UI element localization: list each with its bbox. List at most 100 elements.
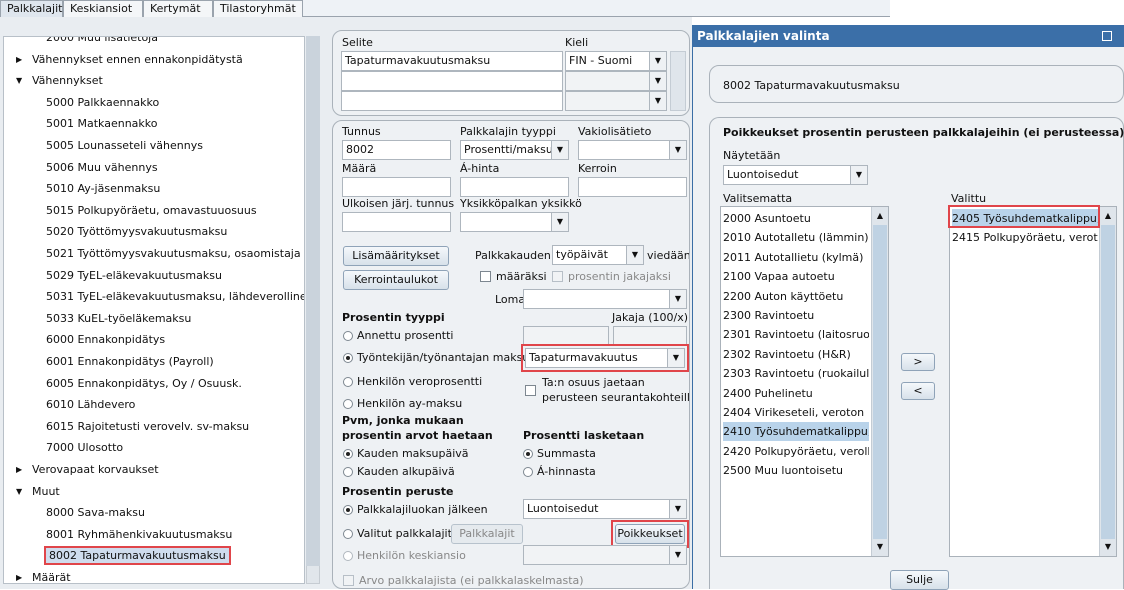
chevron-down-icon[interactable]: ▼ — [551, 213, 568, 231]
tree-item[interactable]: 5033 KuEL-työeläkemaksu — [46, 308, 191, 329]
list-item[interactable]: 2410 Työsuhdematkalippu, v — [723, 422, 869, 442]
tree-scrollbar-thumb[interactable] — [306, 36, 320, 566]
tree-item[interactable]: 5021 Työttömyysvakuutusmaksu, osaomistaj… — [46, 243, 301, 264]
prosentti-input[interactable] — [523, 326, 609, 346]
chevron-down-icon[interactable]: ▼ — [669, 546, 686, 564]
scroll-down-icon[interactable]: ▼ — [1100, 540, 1116, 554]
list-item[interactable]: 2301 Ravintoetu (laitosruokai — [723, 325, 869, 344]
valittu-list[interactable]: ▲ ▼ 2405 Työsuhdematkalippu, v 2415 Polku… — [949, 206, 1117, 557]
tan-osuus-checkbox[interactable] — [525, 385, 536, 396]
remove-button[interactable]: < — [901, 382, 935, 400]
tree-item[interactable]: 5005 Lounasseteli vähennys — [46, 135, 203, 156]
list-item[interactable]: 2300 Ravintoetu — [723, 306, 869, 325]
tree-item[interactable]: 5001 Matkaennakko — [46, 113, 157, 134]
collapsed-arrow-icon[interactable]: ▶ — [16, 49, 22, 70]
jakajaksi-checkbox[interactable] — [552, 271, 563, 282]
tree-item[interactable]: 5015 Polkupyöräetu, omavastuuosuus — [46, 200, 257, 221]
chevron-down-icon[interactable]: ▼ — [649, 52, 666, 70]
peruste-select[interactable]: Luontoisedut ▼ — [523, 499, 687, 519]
list-item[interactable]: 2404 Virikeseteli, veroton — [723, 403, 869, 422]
henkilon-ay-radio[interactable] — [343, 399, 353, 409]
tree-item[interactable]: 5006 Muu vähennys — [46, 157, 158, 178]
loma-select[interactable]: ▼ — [523, 289, 687, 309]
chevron-down-icon[interactable]: ▼ — [669, 290, 686, 308]
valittu-scrollbar[interactable]: ▲ ▼ — [1099, 207, 1116, 556]
valitut-radio[interactable] — [343, 529, 353, 539]
sulje-button[interactable]: Sulje — [890, 570, 949, 590]
valitsematta-scrollbar-thumb[interactable] — [873, 225, 887, 539]
kieli-row3-select[interactable]: ▼ — [565, 91, 667, 111]
list-item[interactable]: 2200 Auton käyttöetu — [723, 287, 869, 306]
expanded-arrow-icon[interactable]: ▼ — [16, 70, 22, 91]
chevron-down-icon[interactable]: ▼ — [626, 246, 643, 264]
valittu-scrollbar-thumb[interactable] — [1101, 225, 1115, 539]
selite-row1-input[interactable]: Tapaturmavakuutusmaksu — [341, 51, 563, 71]
list-item[interactable]: 2420 Polkupyöräetu, verollin — [723, 442, 869, 461]
valitsematta-scrollbar[interactable]: ▲ ▼ — [871, 207, 888, 556]
scroll-up-icon[interactable]: ▲ — [872, 209, 888, 223]
palkkalaji-tree[interactable]: 2000 Muu lisätietoja ▶ Vähennykset ennen e… — [3, 36, 305, 584]
tree-item[interactable]: 8000 Sava-maksu — [46, 502, 145, 523]
maara-input[interactable] — [342, 177, 451, 197]
add-button[interactable]: > — [901, 353, 935, 371]
list-item[interactable]: 2010 Autotalletu (lämmin) — [723, 228, 869, 247]
collapsed-arrow-icon[interactable]: ▶ — [16, 459, 22, 480]
tree-item[interactable]: 5029 TyEL-eläkevakuutusmaksu — [46, 265, 222, 286]
ulkoinen-input[interactable] — [342, 212, 451, 232]
summasta-radio[interactable] — [523, 449, 533, 459]
yksikko-select[interactable]: ▼ — [460, 212, 569, 232]
palkkakauden-select[interactable]: työpäivät ▼ — [552, 245, 644, 265]
kerrointaulukot-button[interactable]: Kerrointaulukot — [343, 270, 449, 290]
list-item[interactable]: 2415 Polkupyöräetu, veroton — [952, 228, 1098, 247]
scroll-down-icon[interactable]: ▼ — [872, 540, 888, 554]
tree-group[interactable]: ▶ Vähennykset ennen ennakonpidätystä — [16, 49, 243, 70]
collapsed-arrow-icon[interactable]: ▶ — [16, 567, 22, 583]
kieli-row1-select[interactable]: FIN - Suomi ▼ — [565, 51, 667, 71]
expanded-arrow-icon[interactable]: ▼ — [16, 481, 22, 502]
lisamaaritykset-button[interactable]: Lisämääritykset — [343, 246, 449, 266]
chevron-down-icon[interactable]: ▼ — [649, 92, 666, 110]
list-item[interactable]: 2302 Ravintoetu (H&R) — [723, 345, 869, 364]
tree-item[interactable]: 5031 TyEL-eläkevakuutusmaksu, lähdeverol… — [46, 286, 304, 307]
tab-palkkalajit[interactable]: Palkkalajit — [0, 0, 63, 17]
tree-group[interactable]: ▼ Vähennykset — [16, 70, 103, 91]
tyyppi-select[interactable]: Prosentti/maksu ▼ — [460, 140, 569, 160]
kieli-row2-select[interactable]: ▼ — [565, 71, 667, 91]
tree-item[interactable]: 6005 Ennakonpidätys, Oy / Osuusk. — [46, 373, 242, 394]
list-item[interactable]: 2400 Puhelinetu — [723, 384, 869, 403]
tree-item[interactable]: 8002 Tapaturmavakuutusmaksu — [44, 545, 231, 566]
kauden-alku-radio[interactable] — [343, 467, 353, 477]
valitsematta-list[interactable]: ▲ ▼ 2000 Asuntoetu 2010 Autotalletu (lämm… — [720, 206, 889, 557]
list-item[interactable]: 2500 Muu luontoisetu — [723, 461, 869, 480]
maaraksi-checkbox[interactable] — [480, 271, 491, 282]
selite-scrollbar[interactable] — [670, 51, 686, 111]
tree-item[interactable]: 6010 Lähdevero — [46, 394, 135, 415]
maximize-icon[interactable] — [1102, 31, 1112, 41]
tree-item[interactable]: 5020 Työttömyysvakuutusmaksu — [46, 221, 227, 242]
palkkalajiluokan-radio[interactable] — [343, 505, 353, 515]
chevron-down-icon[interactable]: ▼ — [669, 500, 686, 518]
selite-row3-input[interactable] — [341, 91, 563, 111]
jakaja-input[interactable] — [613, 326, 687, 346]
dialog-titlebar[interactable]: Palkkalajien valinta — [692, 25, 1124, 47]
tree-item[interactable]: 5000 Palkkaennakko — [46, 92, 159, 113]
tree-item[interactable]: 2000 Muu lisätietoja — [46, 37, 158, 48]
tree-item[interactable]: 5010 Ay-jäsenmaksu — [46, 178, 160, 199]
annettu-radio[interactable] — [343, 331, 353, 341]
chevron-down-icon[interactable]: ▼ — [649, 72, 666, 90]
tyontekijan-radio[interactable] — [343, 353, 353, 363]
chevron-down-icon[interactable]: ▼ — [850, 166, 867, 184]
tree-group[interactable]: ▼ Muut — [16, 481, 60, 502]
vakio-select[interactable]: ▼ — [578, 140, 687, 160]
tree-group[interactable]: ▶ Määrät — [16, 567, 71, 583]
kauden-maksu-radio[interactable] — [343, 449, 353, 459]
tree-item[interactable]: 6000 Ennakonpidätys — [46, 329, 165, 350]
tree-item[interactable]: 6015 Rajoitetusti verovelv. sv-maksu — [46, 416, 249, 437]
tab-keskiansiot[interactable]: Keskiansiot — [63, 0, 143, 17]
list-item[interactable]: 2303 Ravintoetu (ruokailulipu — [723, 364, 869, 383]
list-item[interactable]: 2011 Autotallietu (kylmä) — [723, 248, 869, 267]
tree-group[interactable]: ▶ Verovapaat korvaukset — [16, 459, 159, 480]
tree-item[interactable]: 6001 Ennakonpidätys (Payroll) — [46, 351, 214, 372]
scroll-up-icon[interactable]: ▲ — [1100, 209, 1116, 223]
palkkalajit-button[interactable]: Palkkalajit — [451, 524, 523, 544]
